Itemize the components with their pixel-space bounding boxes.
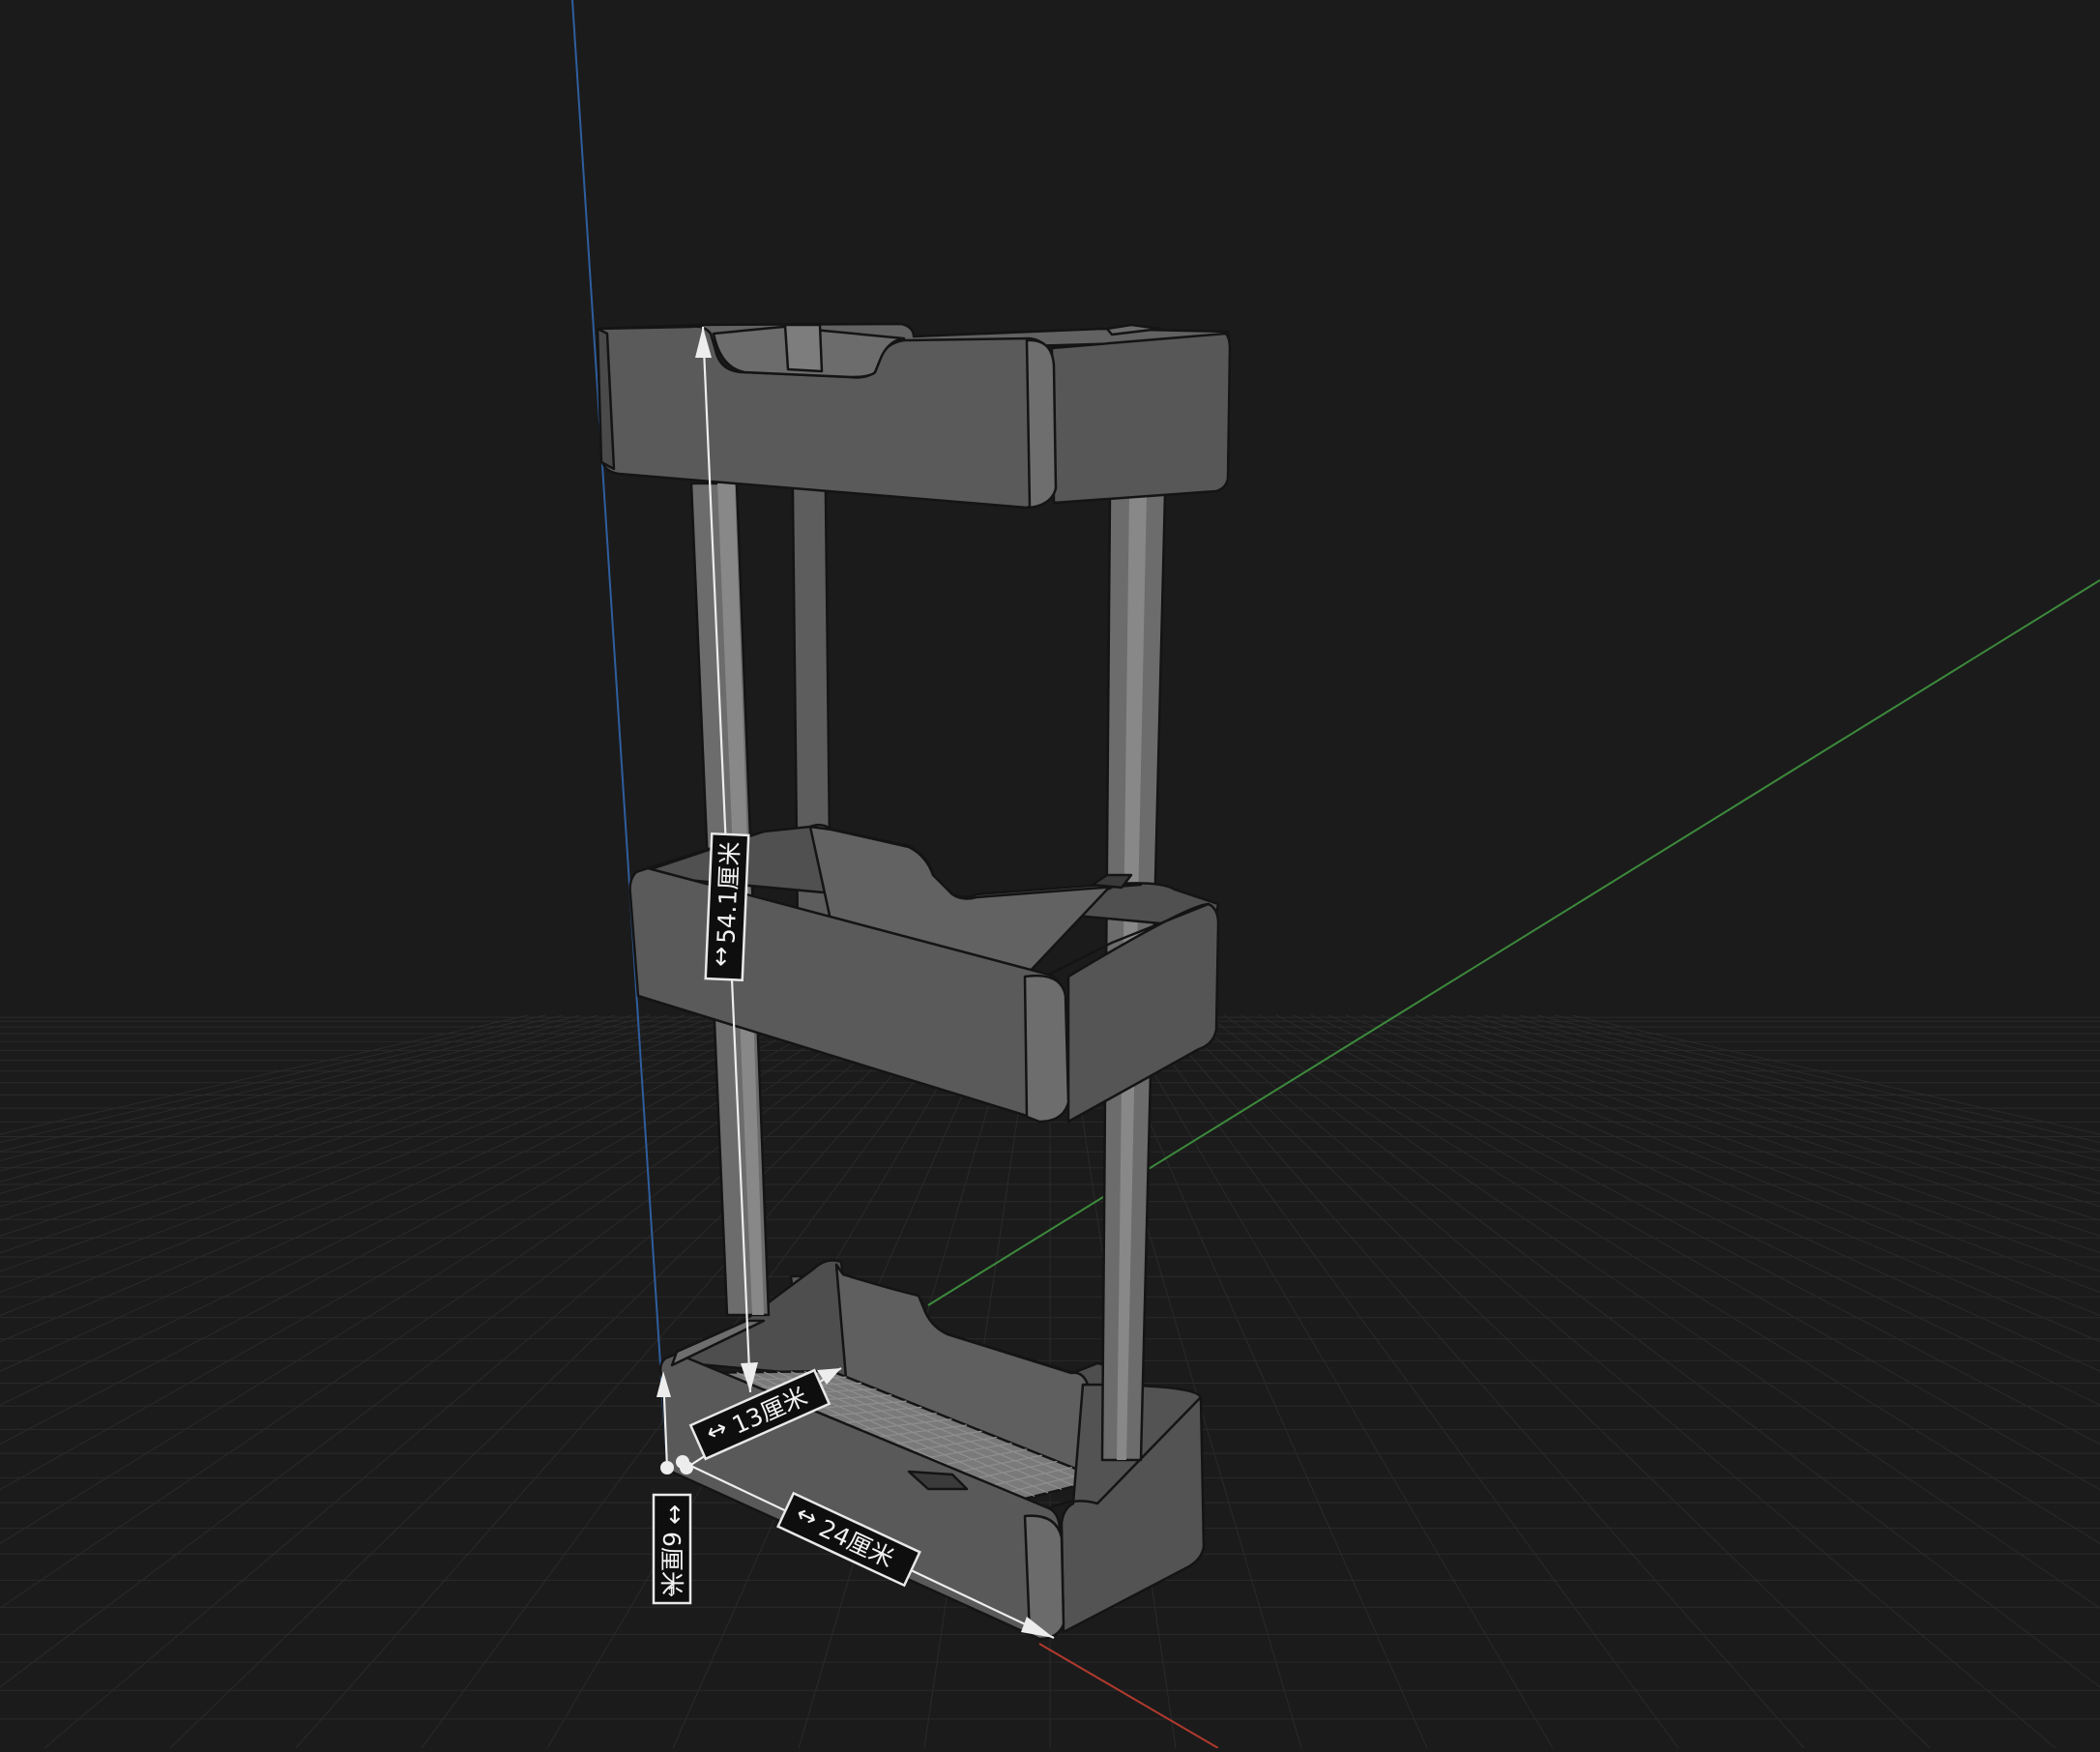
width-arrow-left-dot bbox=[676, 1455, 689, 1469]
3d-viewport[interactable]: ↔ 54.1厘米 ↔ 13厘米 ↔ 24厘米 ↔ 6厘米 ↔ bbox=[0, 0, 2100, 1749]
top-tray-front-corner bbox=[1025, 338, 1058, 510]
top-tray[interactable] bbox=[596, 322, 1232, 510]
tray-height-arrow-bottom-dot bbox=[660, 1461, 674, 1475]
dim-arrows-icon: ↔ bbox=[706, 946, 735, 967]
middle-tray-front-corner bbox=[1023, 974, 1070, 1124]
top-tray-right-wall bbox=[1050, 332, 1232, 505]
scene-canvas[interactable]: ↔ 54.1厘米 ↔ 13厘米 ↔ 24厘米 ↔ 6厘米 ↔ bbox=[0, 0, 2100, 1749]
dim-arrows-icon: ↔ bbox=[661, 1504, 689, 1525]
height-dimension-label: 54.1厘米 bbox=[712, 841, 744, 945]
dim-arrows-icon: ↔ bbox=[663, 1586, 679, 1597]
